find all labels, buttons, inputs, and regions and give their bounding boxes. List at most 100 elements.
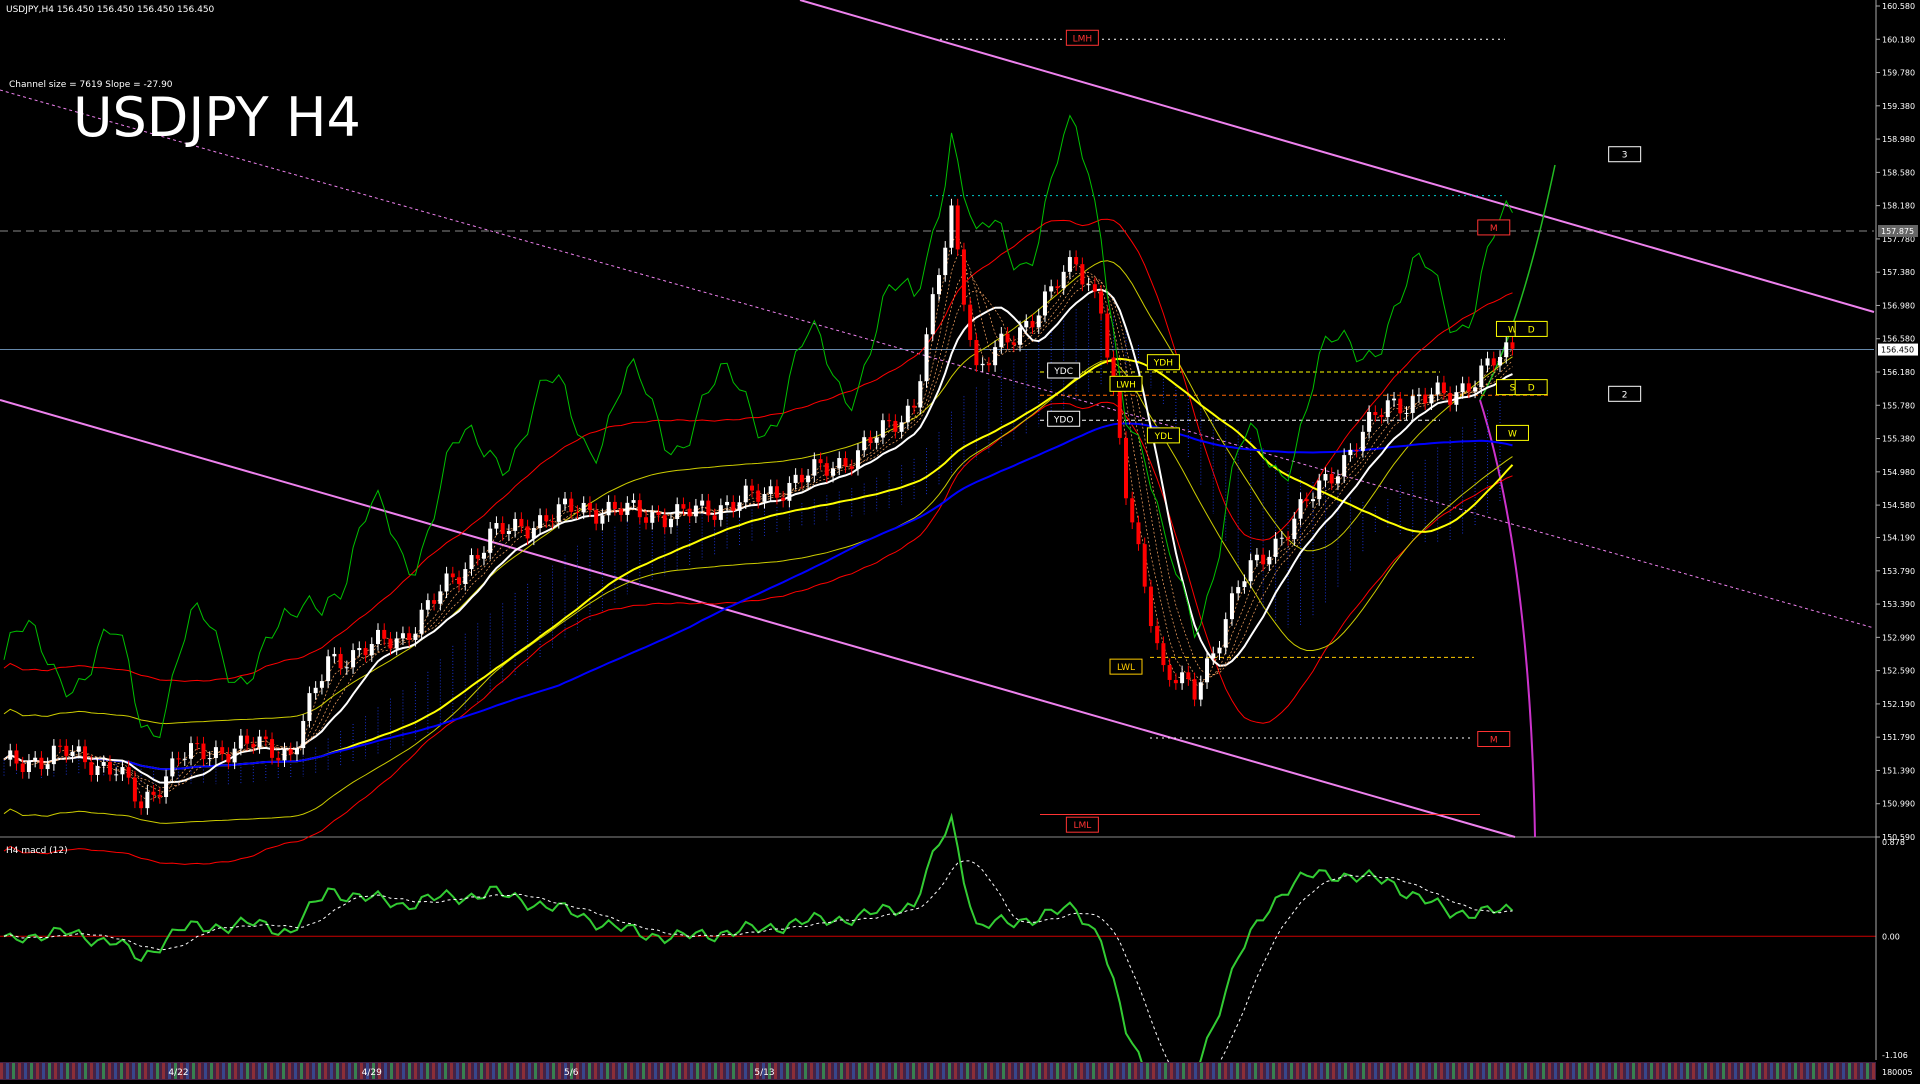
time-strip-cell [162, 1063, 165, 1079]
candle-body [762, 493, 767, 502]
time-strip-cell [90, 1063, 93, 1079]
candle-body [232, 748, 237, 763]
candle-body [176, 758, 181, 760]
level-label: D [1528, 325, 1535, 335]
candle-body [1485, 358, 1490, 366]
candle-body [1373, 412, 1378, 416]
macd-tick-label: 0.00 [1882, 932, 1900, 941]
candle-body [706, 500, 711, 516]
time-strip-cell [276, 1063, 279, 1079]
time-strip-cell [1704, 1063, 1707, 1079]
time-strip-cell [1434, 1063, 1437, 1079]
time-strip-cell [1806, 1063, 1809, 1079]
candle-body [855, 450, 860, 469]
candle-body [1049, 286, 1054, 292]
time-strip-cell [630, 1063, 633, 1079]
candle-body [376, 629, 380, 644]
time-strip-cell [1302, 1063, 1305, 1079]
candle-body [1360, 431, 1365, 451]
candle-body [189, 743, 193, 759]
candle-body [1130, 498, 1135, 523]
candle-body [70, 751, 75, 756]
candle-body [681, 504, 686, 509]
time-strip-cell [30, 1063, 33, 1079]
candle-body [120, 767, 125, 775]
time-strip-cell [1740, 1063, 1743, 1079]
candle-body [1429, 394, 1434, 404]
time-strip-cell [1602, 1063, 1605, 1079]
time-strip-cell [210, 1063, 213, 1079]
time-strip-cell [750, 1063, 753, 1079]
time-strip-cell [1872, 1063, 1875, 1079]
candle-body [575, 511, 580, 513]
time-strip-cell [336, 1063, 339, 1079]
time-strip-cell [618, 1063, 621, 1079]
level-label: M [1490, 224, 1498, 234]
time-strip-cell [78, 1063, 81, 1079]
time-strip-cell [1398, 1063, 1401, 1079]
time-strip-cell [1332, 1063, 1335, 1079]
candle-body [880, 420, 885, 438]
candle-body [270, 739, 275, 758]
time-strip-cell [24, 1063, 27, 1079]
time-strip-cell [1626, 1063, 1629, 1079]
time-strip-cell [192, 1063, 195, 1079]
candle-body [39, 757, 44, 770]
time-strip-cell [984, 1063, 987, 1079]
candle-body [1367, 412, 1372, 432]
time-strip-cell [1788, 1063, 1791, 1079]
time-strip-cell [114, 1063, 117, 1079]
candle-body [843, 458, 848, 467]
time-strip-cell [1374, 1063, 1377, 1079]
candle-body [1148, 586, 1153, 627]
candle-body [731, 501, 736, 511]
y-tick-label: 153.790 [1882, 567, 1915, 576]
candle-body [513, 518, 518, 531]
candle-body [457, 577, 462, 584]
time-strip-cell [1152, 1063, 1155, 1079]
time-strip-cell [1104, 1063, 1107, 1079]
time-strip-cell [1674, 1063, 1677, 1079]
level-label: LMH [1073, 34, 1093, 44]
candle-body [1192, 679, 1197, 700]
level-label: 2 [1622, 390, 1628, 400]
y-tick-label: 156.980 [1882, 301, 1915, 310]
time-strip-cell [1050, 1063, 1053, 1079]
candle-body [8, 750, 13, 760]
candle-body [1105, 313, 1110, 358]
candle-body [444, 573, 449, 592]
candle-body [937, 275, 941, 295]
time-strip-cell [1452, 1063, 1455, 1079]
y-tick-label: 156.580 [1882, 335, 1915, 344]
candle-body [799, 474, 804, 483]
time-strip-cell [1146, 1063, 1149, 1079]
time-strip-cell [996, 1063, 999, 1079]
candle-body [1117, 388, 1122, 438]
candle-body [849, 466, 854, 469]
time-strip-cell [780, 1063, 783, 1079]
time-strip-cell [1080, 1063, 1083, 1079]
y-tick-label: 152.190 [1882, 700, 1915, 709]
candle-body [1398, 398, 1403, 414]
candle-body [1317, 480, 1322, 500]
candle-body [750, 485, 754, 491]
time-strip-cell [540, 1063, 543, 1079]
candle-body [563, 498, 567, 505]
time-strip-cell [1644, 1063, 1647, 1079]
candle-body [1205, 658, 1210, 683]
candle-body [1099, 291, 1104, 314]
time-strip-cell [1242, 1063, 1245, 1079]
candle-body [1460, 383, 1465, 393]
time-strip-cell [1086, 1063, 1089, 1079]
candle-body [400, 633, 405, 639]
candle-body [319, 681, 324, 688]
time-strip-cell [1386, 1063, 1389, 1079]
candle-body [1030, 320, 1035, 328]
level-label: YDH [1153, 359, 1173, 369]
time-strip-cell [1044, 1063, 1047, 1079]
y-tick-label: 154.190 [1882, 534, 1915, 543]
time-strip-cell [1578, 1063, 1581, 1079]
time-strip-cell [708, 1063, 711, 1079]
macd-tick-label: -1.106 [1882, 1051, 1908, 1060]
time-strip-cell [1536, 1063, 1539, 1079]
